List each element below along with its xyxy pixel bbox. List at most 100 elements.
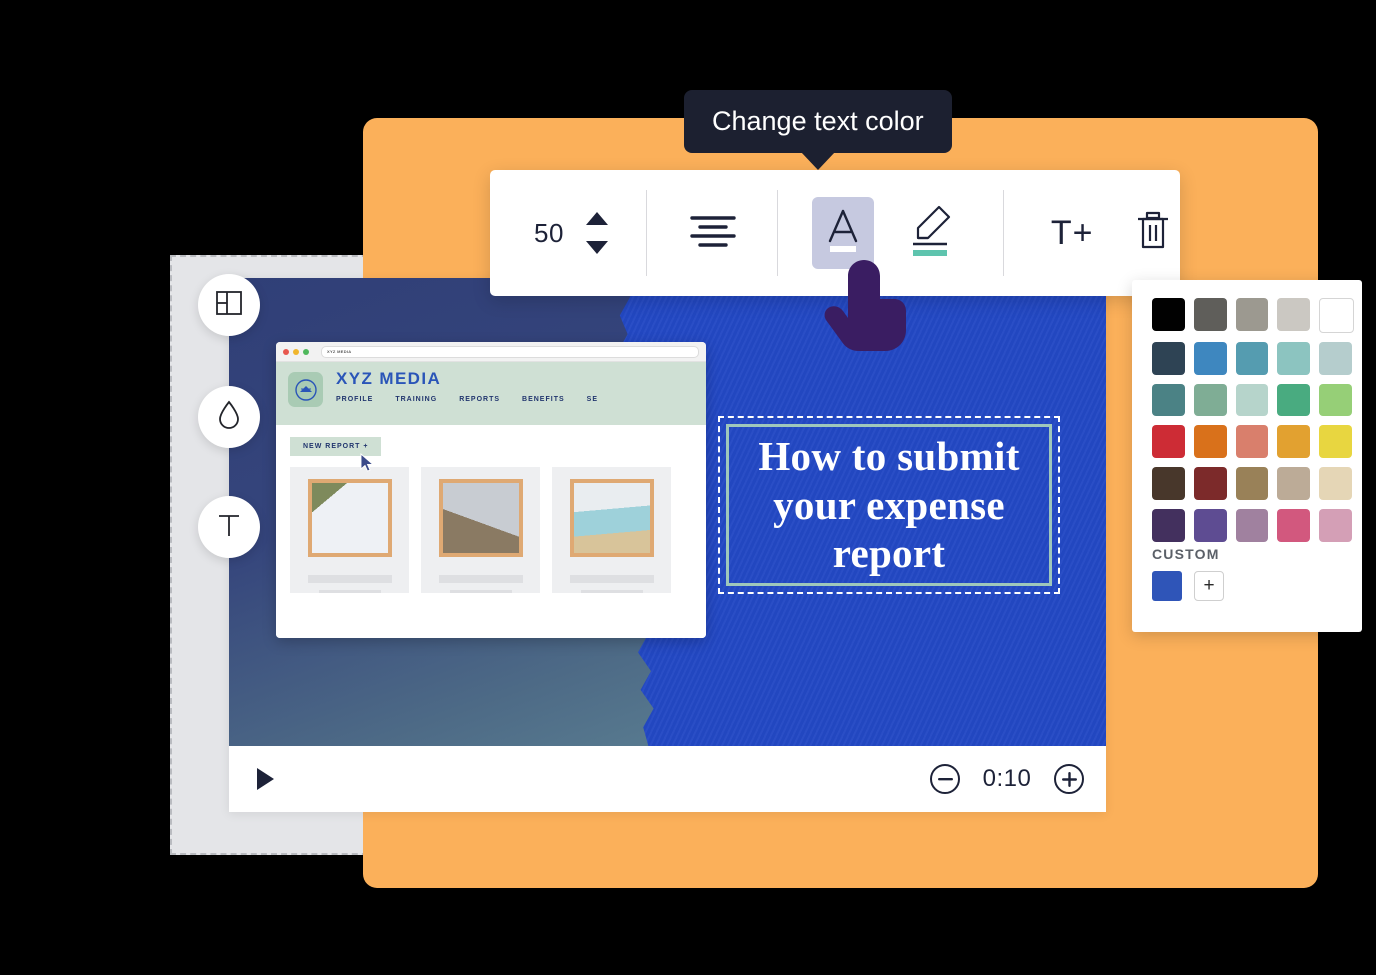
title-line: report — [832, 530, 946, 577]
nav-item: REPORTS — [459, 396, 501, 403]
color-swatch[interactable] — [1193, 508, 1227, 542]
text-selection-box[interactable]: How to submit your expense report — [718, 416, 1060, 594]
site-brand: XYZ MEDIA — [336, 369, 442, 388]
color-swatch[interactable] — [1193, 425, 1227, 459]
color-swatch[interactable] — [1152, 341, 1185, 375]
font-size-value[interactable]: 50 — [534, 218, 564, 249]
color-swatch[interactable] — [1319, 383, 1352, 417]
layout-icon — [215, 289, 243, 322]
report-card — [552, 467, 671, 593]
triangle-up-icon[interactable] — [585, 212, 608, 225]
site-nav: PROFILE TRAINING REPORTS BENEFITS SE — [336, 396, 706, 403]
trash-icon — [1134, 209, 1172, 258]
color-swatch[interactable] — [1193, 298, 1227, 331]
color-swatch[interactable] — [1152, 508, 1185, 542]
toolbar-divider — [645, 190, 647, 276]
text-format-toolbar: 50 T+ — [490, 170, 1180, 296]
nav-item: TRAINING — [395, 396, 438, 403]
color-swatch[interactable] — [1193, 383, 1227, 417]
color-swatch[interactable] — [1193, 467, 1227, 500]
color-swatch[interactable] — [1235, 425, 1269, 459]
color-swatch[interactable] — [1152, 383, 1185, 417]
placeholder-line — [307, 574, 392, 584]
time-display: 0:10 — [982, 765, 1032, 792]
color-swatch[interactable] — [1319, 425, 1352, 459]
color-swatch[interactable] — [1152, 425, 1185, 459]
playback-controls: 0:10 — [930, 764, 1084, 794]
color-swatch[interactable] — [1235, 508, 1269, 542]
droplet-icon — [216, 400, 242, 435]
color-swatch[interactable] — [1235, 383, 1269, 417]
color-swatch[interactable] — [1277, 425, 1311, 459]
text-selection-inner-border: How to submit your expense report — [726, 424, 1052, 586]
browser-mockup: XYZ MEDIA XYZ MEDIA PROFILE TRAINING REP… — [276, 342, 706, 638]
color-swatch[interactable] — [1277, 298, 1311, 331]
placeholder-line — [438, 574, 523, 584]
toolbar-divider — [777, 190, 779, 276]
minus-circle-icon[interactable] — [930, 764, 960, 794]
text-color-A-icon — [820, 205, 866, 262]
minimize-dot-icon — [293, 348, 299, 355]
delete-button[interactable] — [1127, 202, 1180, 264]
add-text-label: T+ — [1050, 213, 1094, 252]
add-text-button[interactable]: T+ — [1046, 202, 1099, 264]
report-card — [421, 467, 540, 593]
custom-color-row: + — [1152, 570, 1342, 601]
color-swatch-grid — [1152, 298, 1354, 542]
video-preview-window: XYZ MEDIA XYZ MEDIA PROFILE TRAINING REP… — [229, 278, 1106, 812]
placeholder-line — [449, 590, 512, 593]
tooltip: Change text color — [684, 90, 952, 153]
color-swatch[interactable] — [1277, 383, 1311, 417]
maximize-dot-icon — [303, 348, 309, 355]
custom-color-swatch[interactable] — [1152, 570, 1182, 601]
toolbar-divider — [1002, 190, 1004, 276]
color-swatch[interactable] — [1319, 341, 1352, 375]
sidebar-tool-text[interactable] — [198, 496, 260, 558]
site-logo-icon — [288, 372, 323, 407]
text-icon — [215, 511, 243, 544]
font-size-stepper[interactable] — [585, 212, 608, 254]
triangle-down-icon[interactable] — [585, 241, 608, 254]
report-thumbnail — [438, 479, 523, 557]
report-thumbnail — [569, 479, 654, 557]
color-swatch[interactable] — [1277, 341, 1311, 375]
placeholder-line — [569, 574, 654, 584]
plus-circle-icon[interactable] — [1054, 764, 1084, 794]
text-color-button[interactable] — [812, 197, 875, 269]
color-swatch[interactable] — [1277, 467, 1311, 500]
video-canvas[interactable]: XYZ MEDIA XYZ MEDIA PROFILE TRAINING REP… — [229, 278, 1106, 746]
site-header: XYZ MEDIA PROFILE TRAINING REPORTS BENEF… — [276, 362, 706, 425]
color-swatch[interactable] — [1235, 467, 1269, 500]
color-swatch[interactable] — [1319, 467, 1352, 500]
color-swatch[interactable] — [1319, 508, 1352, 542]
custom-section-label: CUSTOM — [1152, 545, 1220, 562]
font-size-group: 50 — [490, 212, 608, 254]
report-card-list — [290, 467, 706, 593]
browser-chrome-bar: XYZ MEDIA — [276, 342, 706, 362]
highlight-button[interactable] — [904, 195, 961, 271]
placeholder-line — [318, 590, 381, 593]
report-card — [290, 467, 409, 593]
report-thumbnail — [307, 479, 392, 557]
play-icon[interactable] — [257, 768, 274, 790]
color-swatch[interactable] — [1319, 298, 1354, 333]
color-swatch[interactable] — [1193, 341, 1227, 375]
color-palette-panel: CUSTOM + — [1132, 280, 1362, 632]
align-center-button[interactable] — [685, 200, 742, 266]
color-swatch[interactable] — [1152, 467, 1185, 500]
sidebar-tool-color-fill[interactable] — [198, 386, 260, 448]
playback-bar: 0:10 — [229, 746, 1106, 812]
video-title-text: How to submit your expense report — [758, 432, 1019, 577]
color-swatch[interactable] — [1235, 298, 1269, 331]
color-swatch[interactable] — [1152, 298, 1185, 331]
align-center-icon — [689, 214, 737, 253]
site-body: NEW REPORT + — [276, 425, 706, 638]
add-custom-color-button[interactable]: + — [1194, 570, 1224, 601]
color-swatch[interactable] — [1235, 341, 1269, 375]
close-dot-icon — [283, 348, 289, 355]
nav-item: SE — [586, 396, 598, 403]
sidebar-tool-layout[interactable] — [198, 274, 260, 336]
title-line: How to submit — [758, 433, 1020, 480]
nav-item: BENEFITS — [522, 396, 565, 403]
color-swatch[interactable] — [1277, 508, 1311, 542]
